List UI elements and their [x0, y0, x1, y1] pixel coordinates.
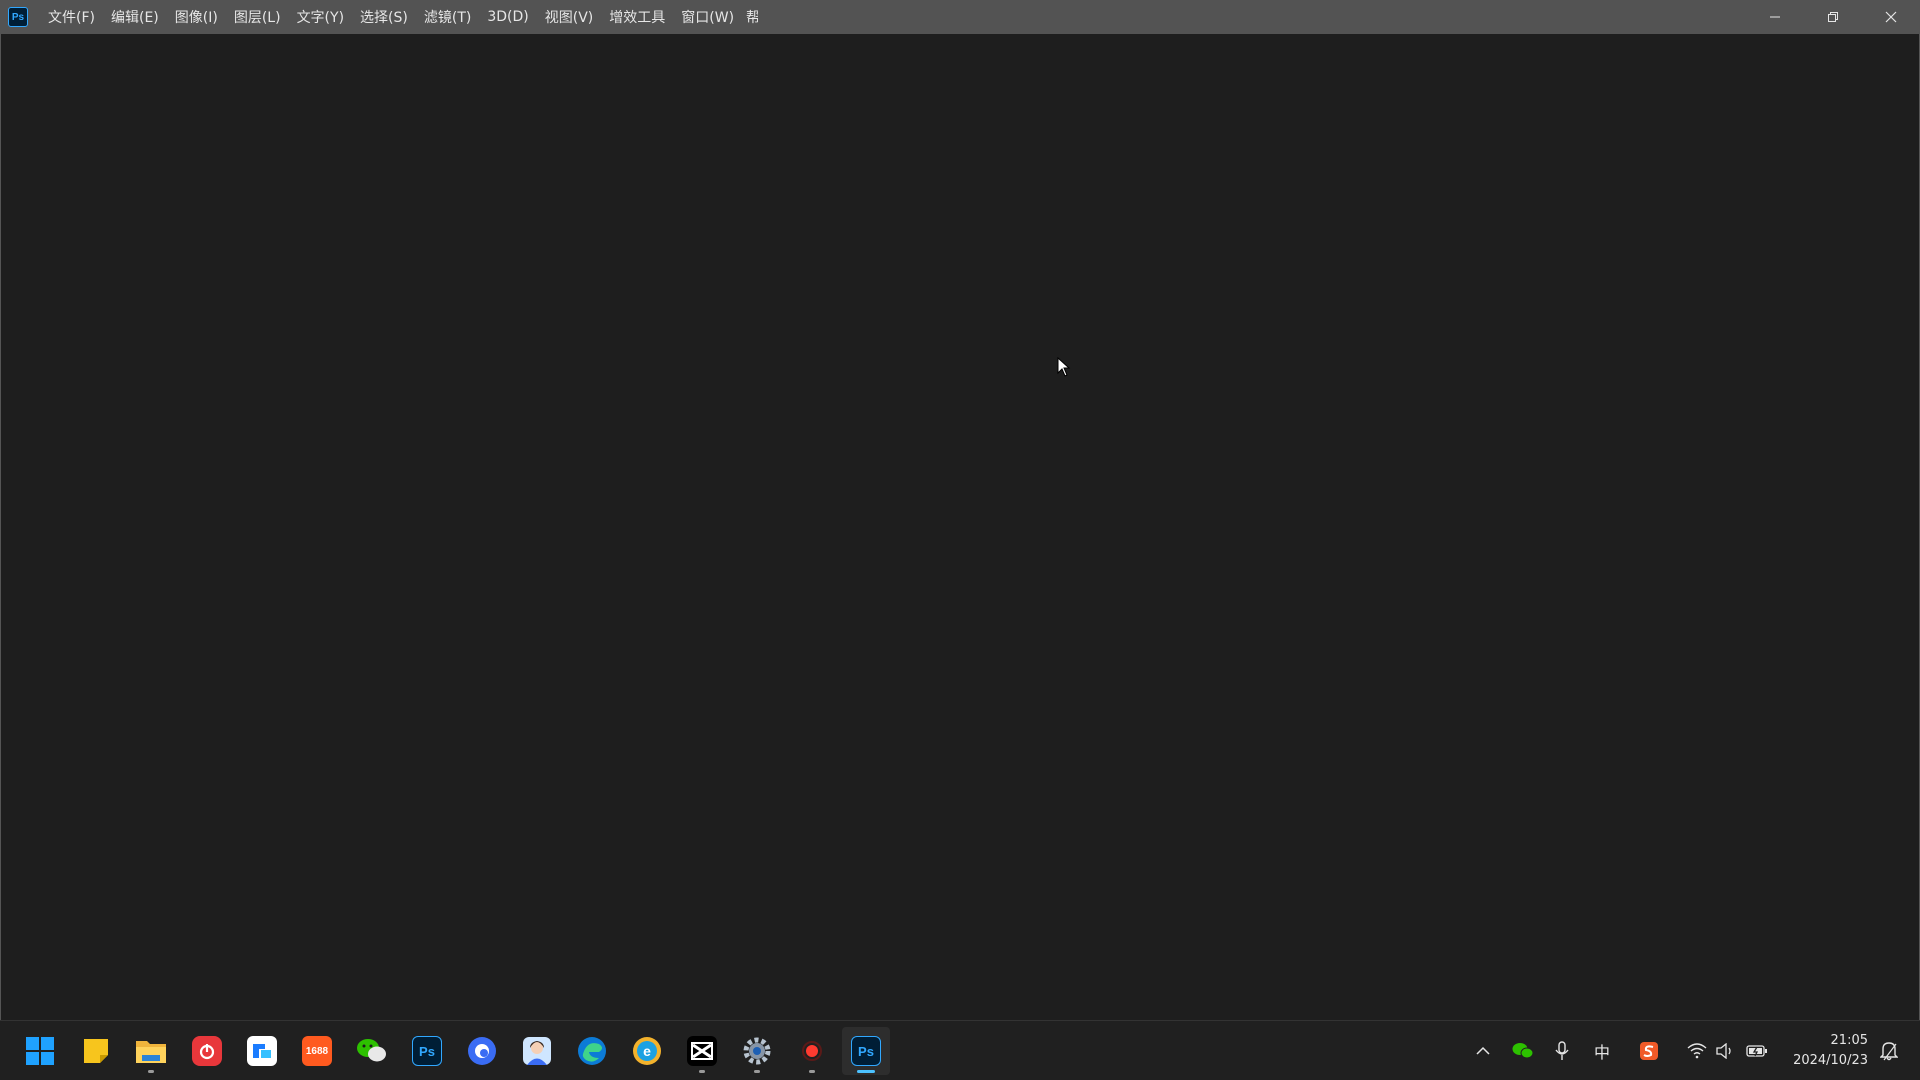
menu-select[interactable]: 选择(S)	[352, 0, 416, 34]
close-icon	[1885, 11, 1897, 23]
photoshop-logo-icon[interactable]: Ps	[8, 7, 28, 27]
capcut-icon	[687, 1036, 717, 1066]
screen-recorder-icon	[802, 1041, 822, 1061]
chevron-up-icon	[1476, 1046, 1490, 1055]
title-menu-bar: Ps 文件(F) 编辑(E) 图像(I) 图层(L) 文字(Y) 选择(S) 滤…	[0, 0, 1920, 34]
ie-browser-icon: e	[633, 1037, 661, 1065]
microphone-icon	[1555, 1041, 1569, 1060]
1688-icon: 1688	[302, 1036, 332, 1066]
taskbar-clock[interactable]: 21:05 2024/10/23	[1793, 1031, 1868, 1071]
taskbar-photoshop[interactable]: Ps	[403, 1027, 451, 1075]
tray-microphone[interactable]	[1550, 1033, 1574, 1069]
menu-window[interactable]: 窗口(W)	[673, 0, 742, 34]
workspace-canvas-area[interactable]	[0, 34, 1920, 1020]
menu-filter[interactable]: 滤镜(T)	[416, 0, 479, 34]
clock-time: 21:05	[1830, 1033, 1868, 1048]
restore-icon	[1828, 12, 1838, 22]
menu-help[interactable]: 帮	[742, 0, 758, 34]
volume-icon	[1716, 1043, 1731, 1059]
avatar-app-icon	[523, 1037, 551, 1065]
menu-edit[interactable]: 编辑(E)	[103, 0, 167, 34]
tray-sogou[interactable]	[1636, 1033, 1662, 1069]
minimize-icon	[1770, 16, 1780, 18]
taskbar-avatar-app[interactable]	[513, 1027, 561, 1075]
settings-gear-icon	[743, 1037, 771, 1065]
tray-battery[interactable]	[1743, 1033, 1771, 1069]
menu-plugins[interactable]: 增效工具	[601, 0, 673, 34]
tray-wifi[interactable]	[1684, 1033, 1710, 1069]
taskbar-capcut[interactable]	[678, 1027, 726, 1075]
notification-center-button[interactable]	[1876, 1033, 1902, 1069]
minimize-button[interactable]	[1746, 0, 1804, 34]
tray-volume[interactable]	[1713, 1033, 1737, 1069]
sticky-notes-icon	[84, 1039, 108, 1063]
wifi-icon	[1687, 1043, 1707, 1059]
taskbar-wechat[interactable]	[348, 1027, 396, 1075]
battery-charging-icon	[1746, 1045, 1767, 1057]
sogou-input-icon	[1640, 1042, 1658, 1060]
restore-button[interactable]	[1804, 0, 1862, 34]
close-button[interactable]	[1862, 0, 1920, 34]
taskbar-photoshop-active[interactable]: Ps	[842, 1027, 890, 1075]
tencent-meeting-icon	[247, 1036, 277, 1066]
quark-browser-icon	[468, 1037, 496, 1065]
start-button[interactable]	[16, 1027, 64, 1075]
netease-music-icon	[192, 1036, 222, 1066]
taskbar-screen-recorder[interactable]	[788, 1027, 836, 1075]
tray-wechat[interactable]	[1509, 1033, 1537, 1069]
taskbar-sticky-notes[interactable]	[72, 1027, 120, 1075]
wechat-tray-icon	[1512, 1043, 1534, 1059]
menu-layer[interactable]: 图层(L)	[226, 0, 289, 34]
taskbar-1688[interactable]: 1688	[293, 1027, 341, 1075]
taskbar-file-explorer[interactable]	[127, 1027, 175, 1075]
windows-taskbar: 1688 Ps e Ps 中 21:05 2024/10/23	[0, 1020, 1920, 1080]
svg-text:e: e	[643, 1043, 651, 1059]
photoshop-window: Ps 文件(F) 编辑(E) 图像(I) 图层(L) 文字(Y) 选择(S) 滤…	[0, 0, 1920, 1080]
notification-bell-icon	[1880, 1042, 1898, 1061]
taskbar-settings[interactable]	[733, 1027, 781, 1075]
menu-type[interactable]: 文字(Y)	[289, 0, 352, 34]
edge-icon	[578, 1037, 606, 1065]
wechat-icon	[357, 1039, 386, 1062]
photoshop-active-icon: Ps	[851, 1036, 881, 1066]
tray-overflow-button[interactable]	[1470, 1033, 1496, 1069]
menu-3d[interactable]: 3D(D)	[479, 0, 536, 34]
photoshop-icon: Ps	[412, 1036, 442, 1066]
file-explorer-icon	[136, 1041, 166, 1063]
menu-view[interactable]: 视图(V)	[537, 0, 602, 34]
menu-image[interactable]: 图像(I)	[167, 0, 226, 34]
taskbar-ie-browser[interactable]: e	[623, 1027, 671, 1075]
main-menu: 文件(F) 编辑(E) 图像(I) 图层(L) 文字(Y) 选择(S) 滤镜(T…	[40, 0, 758, 34]
clock-date: 2024/10/23	[1793, 1053, 1868, 1068]
menu-file[interactable]: 文件(F)	[40, 0, 103, 34]
taskbar-tencent-meeting[interactable]	[238, 1027, 286, 1075]
mouse-cursor-icon	[1057, 357, 1071, 377]
taskbar-edge[interactable]	[568, 1027, 616, 1075]
windows-start-icon	[26, 1037, 54, 1065]
tray-ime-indicator[interactable]: 中	[1589, 1033, 1615, 1069]
taskbar-netease-music[interactable]	[183, 1027, 231, 1075]
taskbar-quark[interactable]	[458, 1027, 506, 1075]
window-controls	[1746, 0, 1920, 34]
